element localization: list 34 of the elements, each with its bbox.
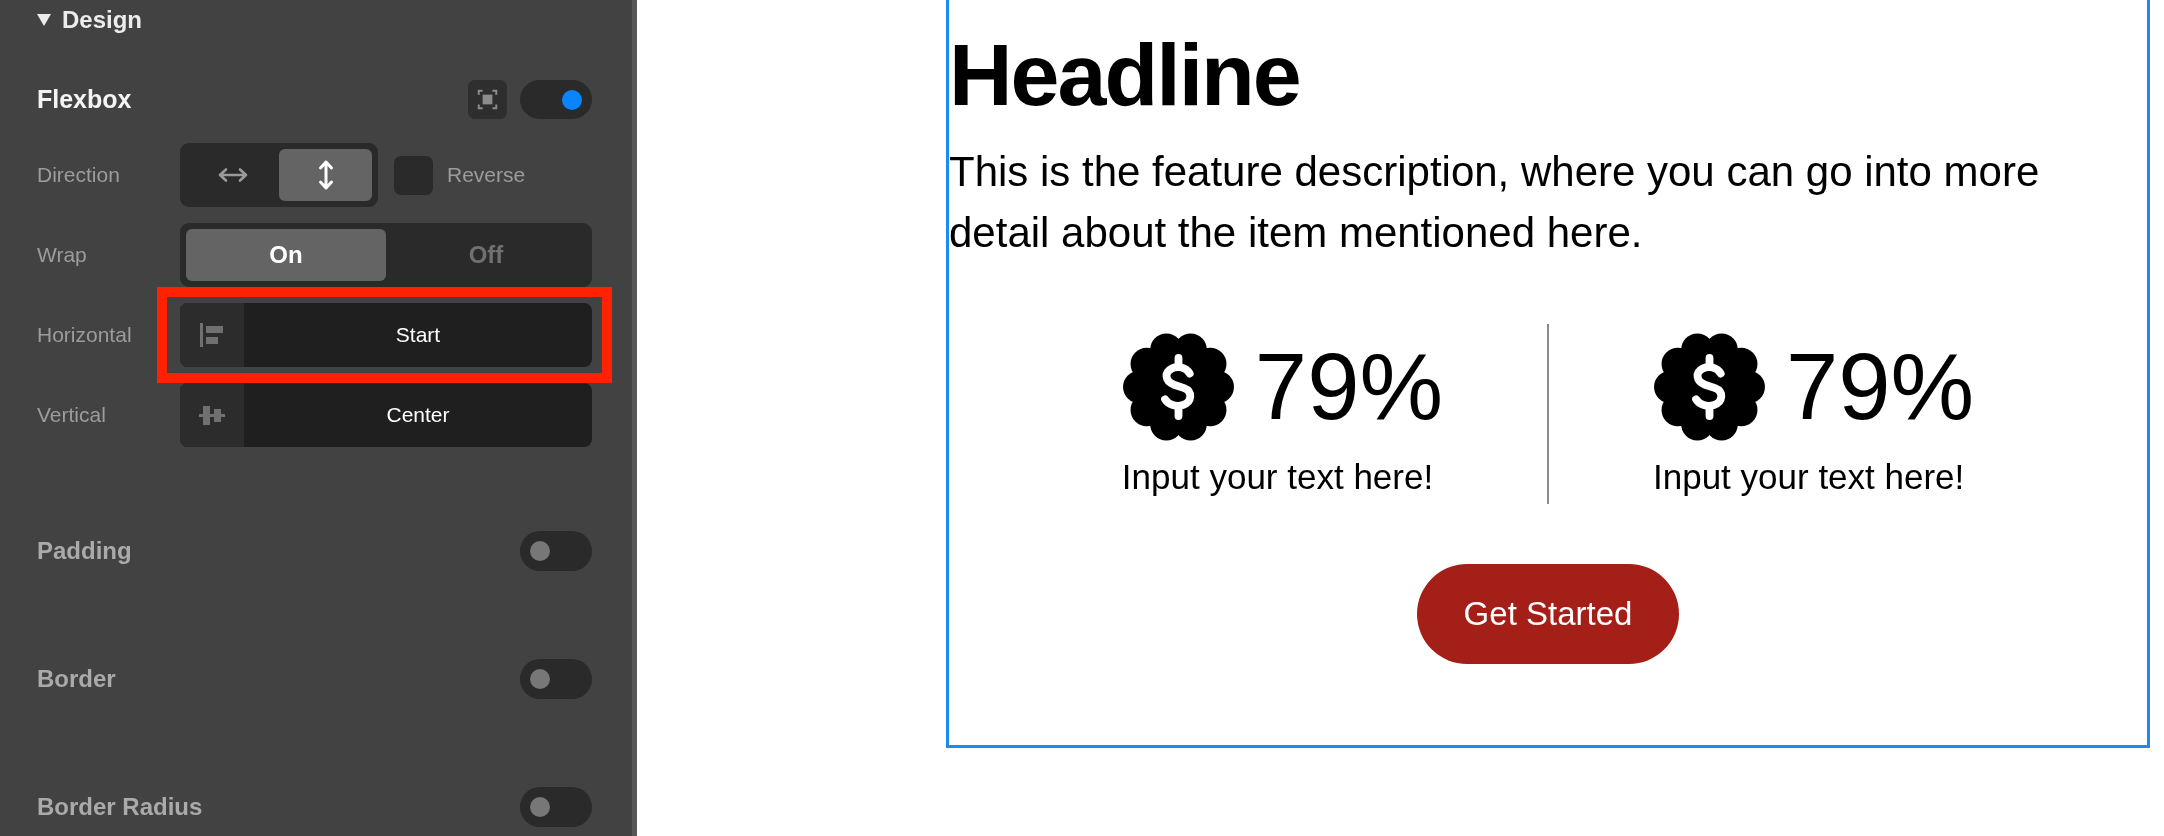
stat-value: 79% (1254, 339, 1443, 434)
section-title[interactable]: Padding (37, 537, 132, 565)
toggle-switch[interactable] (520, 787, 592, 827)
section-title[interactable]: Design (62, 5, 142, 34)
flexbox-title: Flexbox (37, 85, 132, 114)
alignment-select[interactable]: Start (180, 303, 592, 367)
align-left-icon (180, 303, 244, 367)
dollar-badge-icon (1653, 330, 1766, 443)
get-started-button[interactable]: Get Started (1417, 563, 1679, 664)
section-title[interactable]: Border Radius (37, 793, 203, 821)
property-label: Wrap (37, 243, 88, 267)
segment-option[interactable]: On (186, 229, 386, 281)
toggle-switch[interactable] (520, 659, 592, 699)
toggle-switch[interactable] (520, 531, 592, 571)
left-right-arrow-icon (216, 167, 249, 183)
dollar-badge-icon (1121, 330, 1235, 443)
property-label: Vertical (37, 403, 107, 427)
feature-description: This is the feature description, where you can go into more detail about the item mentioned here. (949, 146, 2041, 258)
stat-value: 79% (1786, 339, 1975, 434)
disclosure-triangle-icon[interactable] (37, 13, 51, 26)
stat-caption: Input your text here! (1121, 456, 1435, 497)
align-center-icon (180, 383, 244, 447)
headline: Headline (949, 27, 1301, 124)
frame-icon[interactable] (468, 80, 507, 119)
up-down-arrow-icon (317, 159, 334, 191)
alignment-select[interactable]: Center (180, 383, 592, 447)
toggle-switch[interactable] (520, 80, 592, 119)
stat-caption: Input your text here! (1653, 456, 1966, 497)
direction-option[interactable] (279, 149, 372, 201)
checkbox-label: Reverse (447, 163, 526, 187)
property-label: Direction (37, 163, 121, 187)
section-title[interactable]: Border (37, 665, 116, 693)
property-label: Horizontal (37, 323, 133, 347)
checkbox[interactable] (394, 155, 433, 195)
